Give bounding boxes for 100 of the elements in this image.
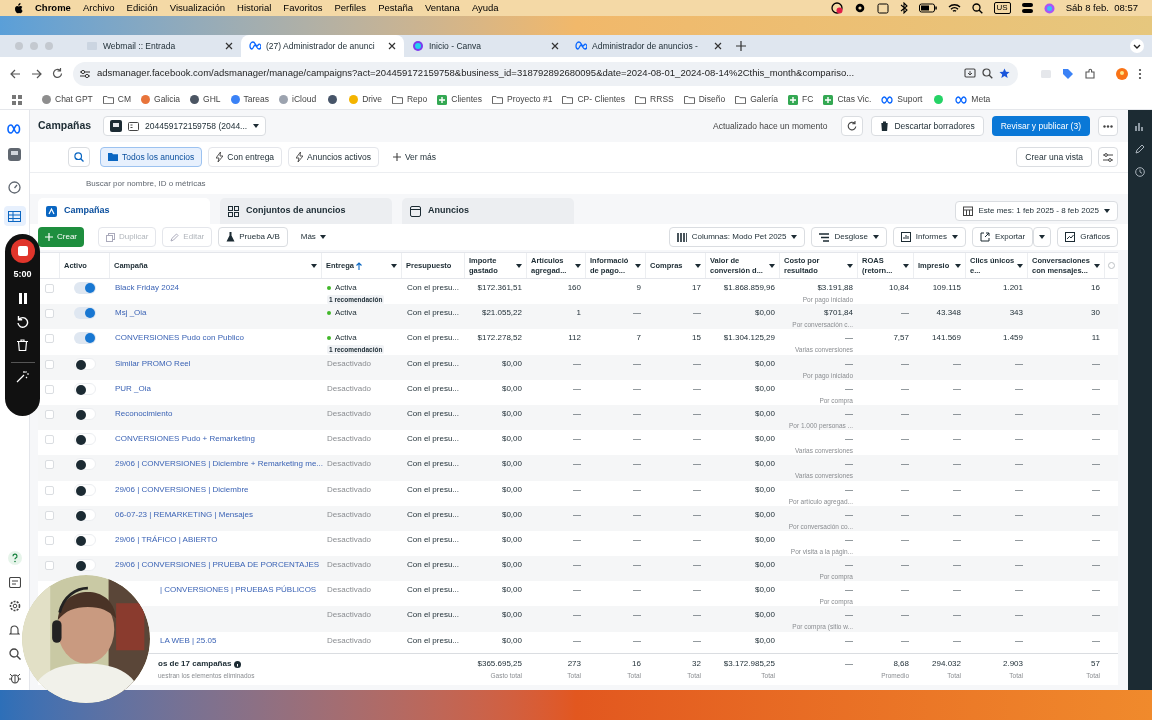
menu-item[interactable]: Archivo — [82, 0, 115, 16]
date-range-picker[interactable]: Este mes: 1 feb 2025 - 8 feb 2025 — [955, 201, 1118, 221]
news-card-icon[interactable] — [8, 577, 21, 588]
control-center-icon[interactable] — [1021, 3, 1033, 13]
row-checkbox[interactable] — [44, 460, 54, 470]
toggle-switch[interactable] — [74, 559, 96, 572]
zoom-icon[interactable] — [982, 68, 993, 79]
table-nav-item[interactable] — [3, 206, 26, 226]
toolbar-button[interactable]: Más — [293, 227, 333, 247]
campaign-link[interactable]: 29/06 | CONVERSIONES | Diciembre — [115, 484, 249, 494]
menu-item[interactable]: Ayuda — [471, 0, 499, 16]
menu-item[interactable]: Perfiles — [334, 0, 367, 16]
bookmark[interactable]: Suport — [881, 93, 923, 106]
campaign-link[interactable]: PUR _Oia — [115, 383, 151, 393]
bookmark[interactable]: Tareas — [230, 93, 269, 106]
address-bar[interactable]: adsmanager.facebook.com/adsmanager/manage/campaigns?act=204459172159758&business_id=318792892680095&date=2024-08-01_2024-08-14%2Cthis_month&compariso... — [73, 61, 1018, 86]
row-checkbox[interactable] — [44, 334, 54, 344]
bookmark[interactable]: Galicia — [141, 93, 180, 106]
gear-icon[interactable] — [853, 2, 866, 14]
campaign-link[interactable]: | CONVERSIONES | PRUEBAS PÚBLICOS — [160, 585, 317, 595]
new-tab-icon[interactable] — [736, 41, 746, 51]
toggle-switch[interactable] — [74, 483, 96, 496]
bookmark[interactable]: RRSS — [635, 93, 674, 106]
campaign-link[interactable]: 29/06 | CONVERSIONES | Diciembre + Remarketing me... — [115, 459, 323, 469]
window-icon[interactable] — [876, 2, 889, 14]
app-menu[interactable]: Chrome — [35, 0, 71, 16]
bookmark[interactable]: CP- Clientes — [562, 93, 626, 106]
filter-chip[interactable]: Ver más — [384, 147, 445, 167]
pause-icon[interactable] — [17, 292, 28, 304]
export-menu-button[interactable] — [1033, 227, 1052, 247]
battery-icon[interactable] — [918, 3, 937, 13]
toolbar-button[interactable]: Prueba A/B — [218, 227, 288, 247]
search-icon[interactable] — [971, 2, 983, 14]
row-checkbox[interactable] — [44, 485, 54, 495]
bluetooth-icon[interactable] — [899, 2, 908, 14]
toggle-switch[interactable] — [74, 533, 96, 546]
row-checkbox[interactable] — [44, 510, 54, 520]
toggle-switch[interactable] — [74, 407, 96, 420]
refresh-button[interactable] — [841, 116, 864, 136]
campaign-link[interactable]: 29/06 | TRÁFICO | ABIERTO — [115, 534, 218, 544]
sparkle-icon[interactable] — [16, 369, 29, 383]
toggle-switch[interactable] — [74, 332, 96, 345]
stop-recording-button[interactable] — [10, 239, 35, 263]
campaign-link[interactable]: Msj _Oia — [115, 308, 147, 318]
toggle-switch[interactable] — [74, 382, 96, 395]
row-checkbox[interactable] — [44, 284, 54, 293]
close-icon[interactable] — [551, 42, 559, 50]
bookmark[interactable]: iCloud — [279, 93, 317, 106]
bookmark[interactable]: GHL — [190, 93, 221, 106]
tag-icon[interactable] — [1062, 67, 1074, 80]
gauge-icon[interactable] — [8, 181, 21, 194]
row-checkbox[interactable] — [44, 384, 54, 394]
campaign-link[interactable]: LA WEB | 25.05 — [160, 635, 217, 645]
clock-icon[interactable] — [1135, 167, 1145, 177]
level-tab[interactable]: Campañas — [38, 198, 210, 224]
clock[interactable]: Sáb 8 feb. 08:57 — [1065, 0, 1138, 16]
row-checkbox[interactable] — [44, 435, 54, 445]
profile-avatar-icon[interactable] — [1116, 67, 1128, 80]
info-icon[interactable] — [234, 660, 242, 668]
settings-icon[interactable] — [8, 600, 21, 612]
record-icon[interactable] — [830, 2, 843, 14]
discard-drafts-button[interactable]: Descartar borradores — [871, 116, 984, 136]
filter-chip[interactable]: Con entrega — [208, 147, 283, 167]
view-settings-button[interactable] — [1098, 147, 1118, 167]
browser-tab[interactable]: Inicio - Canva — [404, 35, 567, 57]
siri-icon[interactable] — [1043, 2, 1055, 14]
help-icon[interactable] — [7, 551, 22, 565]
toolbar-button[interactable]: Columnas: Modo Pet 2025 — [668, 227, 806, 247]
forward-icon[interactable] — [31, 68, 42, 79]
toolbar-button[interactable]: Desglose — [811, 227, 887, 247]
close-icon[interactable] — [714, 42, 722, 50]
toggle-switch[interactable] — [74, 357, 96, 370]
campaign-link[interactable]: 29/06 | CONVERSIONES | PRUEBA DE PORCENTAJES — [115, 560, 320, 570]
bookmark[interactable]: Meta — [955, 93, 991, 106]
chevron-down-icon[interactable] — [1130, 39, 1144, 53]
install-icon[interactable] — [964, 68, 976, 79]
bookmark[interactable]: Clientes — [437, 93, 482, 106]
campaign-link[interactable]: Similar PROMO Reel — [115, 358, 191, 368]
bug-icon[interactable] — [8, 672, 21, 684]
search-field[interactable]: Buscar por nombre, ID o métricas — [30, 173, 1128, 194]
bell-icon[interactable] — [9, 624, 20, 636]
bar-chart-icon[interactable] — [1135, 121, 1145, 131]
row-checkbox[interactable] — [44, 561, 54, 571]
create-view-button[interactable]: Crear una vista — [1016, 147, 1092, 167]
close-icon[interactable] — [225, 42, 233, 50]
bookmark[interactable]: FC — [788, 93, 814, 106]
row-checkbox[interactable] — [44, 309, 54, 319]
row-checkbox[interactable] — [44, 359, 54, 369]
restart-icon[interactable] — [16, 314, 29, 328]
level-tab[interactable]: Conjuntos de anuncios — [220, 198, 392, 224]
more-vertical-icon[interactable] — [1138, 67, 1142, 80]
meta-logo-icon[interactable] — [6, 124, 23, 134]
level-tab[interactable]: Anuncios — [402, 198, 574, 224]
toggle-switch[interactable] — [74, 282, 96, 294]
trash-icon[interactable] — [17, 338, 28, 351]
search-icon[interactable] — [8, 648, 21, 660]
puzzle-icon[interactable] — [1084, 67, 1096, 80]
bookmark[interactable]: Chat GPT — [42, 93, 93, 106]
bookmark[interactable]: Drive — [349, 93, 382, 106]
bookmark[interactable]: CM — [102, 93, 132, 106]
